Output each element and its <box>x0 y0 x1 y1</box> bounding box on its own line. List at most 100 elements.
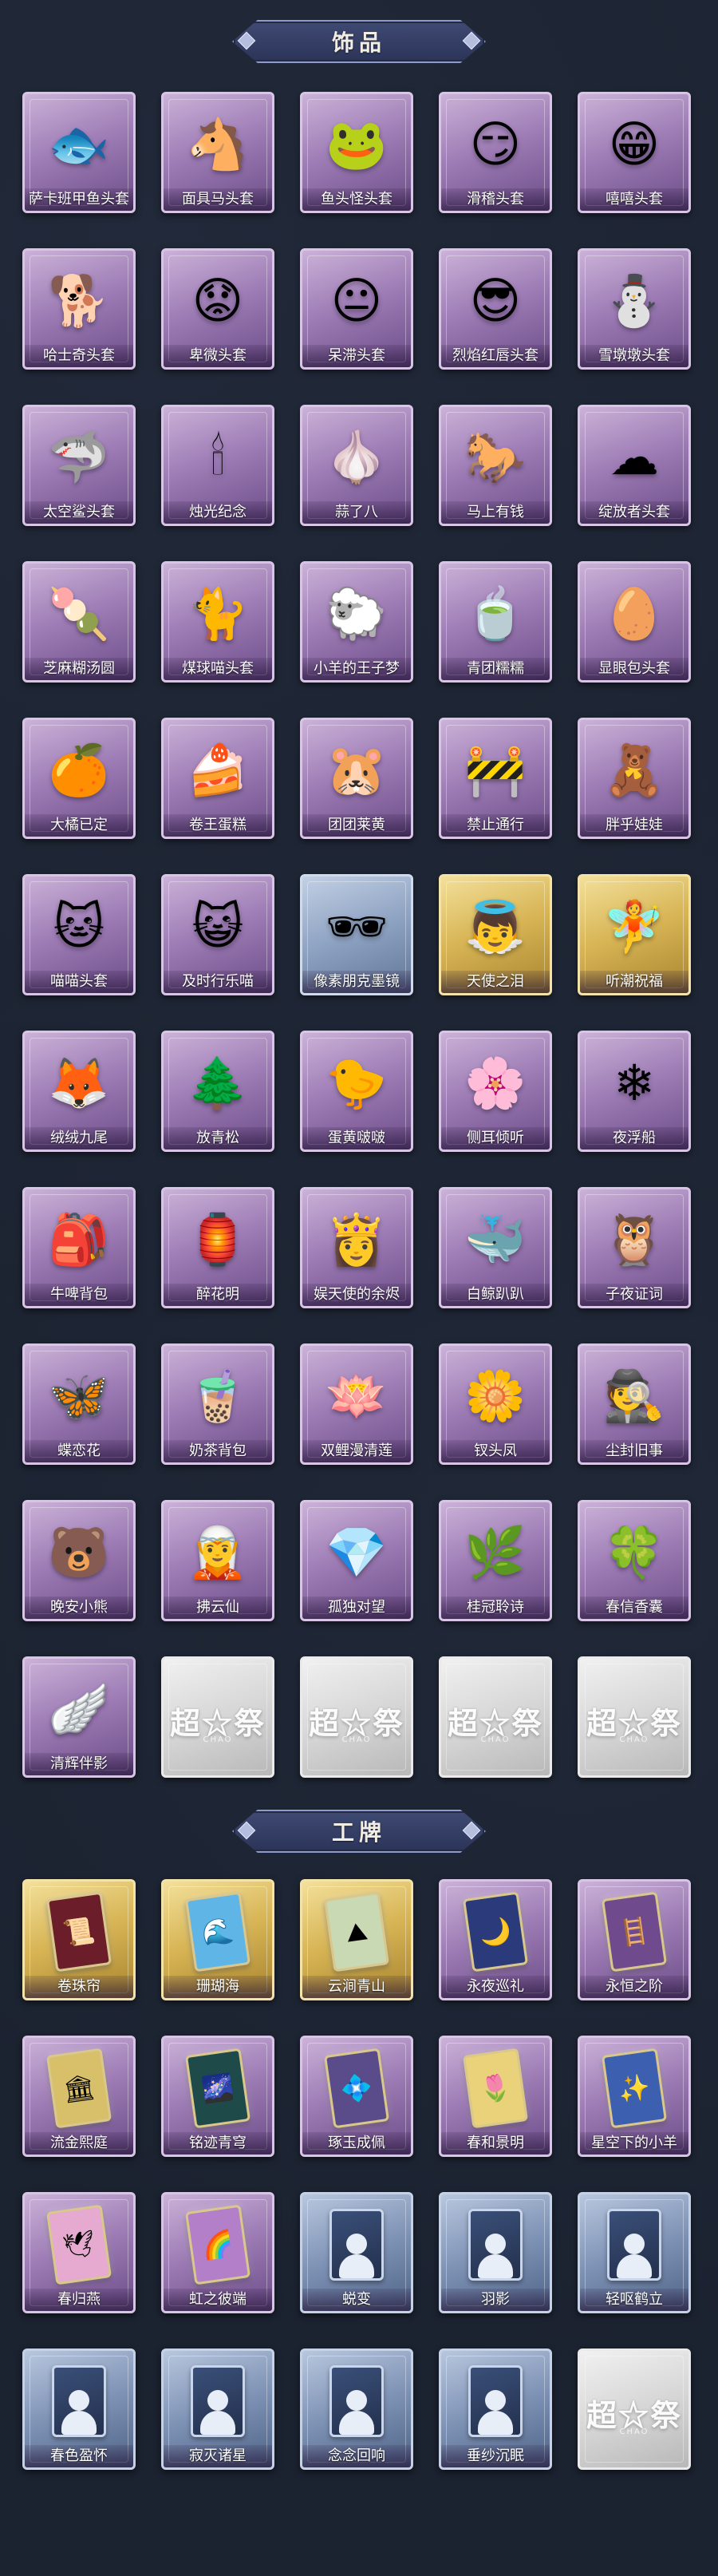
item-card[interactable]: 🌸 侧耳倾听 <box>439 1031 552 1152</box>
item-card[interactable]: 🍡 芝麻糊汤圆 <box>22 561 136 683</box>
item-card[interactable]: 🐤 蛋黄啵啵 <box>300 1031 413 1152</box>
item-card[interactable]: 🦋 蝶恋花 <box>22 1343 136 1465</box>
item-card[interactable]: 🕊 春归燕 <box>22 2192 136 2313</box>
locked-item-card[interactable]: 超☆祭 CHAO <box>161 1656 274 1778</box>
item-card[interactable]: 🐎 马上有钱 <box>439 405 552 526</box>
item-card[interactable]: 轻呕鹤立 <box>578 2192 691 2313</box>
item-label: 卷珠帘 <box>25 1976 133 1998</box>
item-card[interactable]: 🦊 绒绒九尾 <box>22 1031 136 1152</box>
item-card[interactable]: 🌊 珊瑚海 <box>161 1879 274 2000</box>
item-card[interactable]: 🚧 禁止通行 <box>439 718 552 839</box>
item-art-icon: 👸 <box>325 1210 388 1268</box>
item-card[interactable]: 🦉 子夜证词 <box>578 1187 691 1308</box>
item-art-icon: 🍰 <box>187 741 249 799</box>
locked-item-card[interactable]: 超☆祭 CHAO <box>578 1656 691 1778</box>
item-card[interactable]: 🐹 团团莱黄 <box>300 718 413 839</box>
item-card[interactable]: 🥚 显眼包头套 <box>578 561 691 683</box>
item-card[interactable]: 🍀 春信香囊 <box>578 1500 691 1621</box>
item-card[interactable]: 🕵 尘封旧事 <box>578 1343 691 1465</box>
item-card[interactable]: 🌷 春和景明 <box>439 2036 552 2157</box>
item-label: 桂冠聆诗 <box>441 1597 550 1619</box>
item-card[interactable]: 🐻 晚安小熊 <box>22 1500 136 1621</box>
diamond-ornament-icon <box>237 1821 256 1840</box>
item-card[interactable]: 🧚 听潮祝福 <box>578 874 691 995</box>
item-card[interactable]: 🧸 胖乎娃娃 <box>578 718 691 839</box>
item-card[interactable]: ⛄ 雪墩墩头套 <box>578 248 691 370</box>
item-card[interactable]: ✨ 星空下的小羊 <box>578 2036 691 2157</box>
section-banner: 饰品 <box>232 20 486 63</box>
item-card[interactable]: 羽影 <box>439 2192 552 2313</box>
item-card[interactable]: ☁ 绽放者头套 <box>578 405 691 526</box>
item-label: 团团莱黄 <box>302 814 411 837</box>
item-card[interactable]: 🏮 醉花明 <box>161 1187 274 1308</box>
item-card[interactable]: 🪽 清辉伴影 <box>22 1656 136 1778</box>
item-card[interactable]: 😐 呆滞头套 <box>300 248 413 370</box>
item-card[interactable]: 🪷 双鲤漫清莲 <box>300 1343 413 1465</box>
item-card[interactable]: 寂灭诸星 <box>161 2348 274 2470</box>
item-card[interactable]: 😎 烈焰红唇头套 <box>439 248 552 370</box>
item-art-icon: 🧸 <box>603 741 665 799</box>
item-card[interactable]: 🐴 面具马头套 <box>161 92 274 213</box>
item-card[interactable]: 🕶 像素朋克墨镜 <box>300 874 413 995</box>
item-card[interactable]: 😏 滑稽头套 <box>439 92 552 213</box>
item-label: 醉花明 <box>164 1284 272 1306</box>
item-card[interactable]: ❄ 夜浮船 <box>578 1031 691 1152</box>
item-card[interactable]: 😟 卑微头套 <box>161 248 274 370</box>
item-art-icon: 😺 <box>191 897 244 956</box>
item-card[interactable]: 🧄 蒜了八 <box>300 405 413 526</box>
badge-tag-icon: 🪜 <box>595 1891 673 1973</box>
item-card[interactable]: 🐸 鱼头怪头套 <box>300 92 413 213</box>
item-art-icon: 🎒 <box>48 1210 110 1268</box>
item-card[interactable]: 🧋 奶茶背包 <box>161 1343 274 1465</box>
item-card[interactable]: ⛰ 云涧青山 <box>300 1879 413 2000</box>
item-label: 太空鲨头套 <box>25 501 133 524</box>
item-card[interactable]: 🎒 牛啤背包 <box>22 1187 136 1308</box>
item-card[interactable]: 👸 娱天使的余烬 <box>300 1187 413 1308</box>
item-card[interactable]: 🐑 小羊的王子梦 <box>300 561 413 683</box>
item-card[interactable]: 🐕 哈士奇头套 <box>22 248 136 370</box>
item-card[interactable]: 蜕变 <box>300 2192 413 2313</box>
item-label: 铭迹青穹 <box>164 2132 272 2155</box>
placeholder-subtitle: CHAO <box>203 1735 233 1744</box>
item-card[interactable]: 🍵 青团糯糯 <box>439 561 552 683</box>
item-card[interactable]: 🍰 卷王蛋糕 <box>161 718 274 839</box>
item-label: 青团糯糯 <box>441 658 550 680</box>
item-card[interactable]: 😁 嘻嘻头套 <box>578 92 691 213</box>
item-label: 春信香囊 <box>580 1597 688 1619</box>
item-card[interactable]: 🦈 太空鲨头套 <box>22 405 136 526</box>
item-card[interactable]: 💠 琢玉成佩 <box>300 2036 413 2157</box>
item-card[interactable]: 🐱 喵喵头套 <box>22 874 136 995</box>
item-card[interactable]: 🌈 虹之彼端 <box>161 2192 274 2313</box>
item-card[interactable]: 🌌 铭迹青穹 <box>161 2036 274 2157</box>
accessories-grid: 🐟 萨卡班甲鱼头套 🐴 面具马头套 🐸 鱼头怪头套 😏 滑稽头套 😁 嘻嘻头套 🐕 哈士奇头套 😟 卑微头… <box>22 92 691 1778</box>
silhouette-badge-icon <box>595 2206 673 2284</box>
item-card[interactable]: 🌿 桂冠聆诗 <box>439 1500 552 1621</box>
silhouette-badge-icon <box>179 2362 257 2440</box>
item-card[interactable]: 🍊 大橘已定 <box>22 718 136 839</box>
item-card[interactable]: 🌼 钗头凤 <box>439 1343 552 1465</box>
item-card[interactable]: 🪜 永恒之阶 <box>578 1879 691 2000</box>
item-card[interactable]: 念念回响 <box>300 2348 413 2470</box>
item-card[interactable]: 🌲 放青松 <box>161 1031 274 1152</box>
item-card[interactable]: 🕯 烛光纪念 <box>161 405 274 526</box>
item-card[interactable]: 🏛 流金熙庭 <box>22 2036 136 2157</box>
item-card[interactable]: 👼 天使之泪 <box>439 874 552 995</box>
item-label: 鱼头怪头套 <box>302 188 411 211</box>
locked-item-card[interactable]: 超☆祭 CHAO <box>578 2348 691 2470</box>
item-card[interactable]: 春色盈怀 <box>22 2348 136 2470</box>
badge-tag-icon: 🏛 <box>40 2048 118 2129</box>
item-card[interactable]: 💎 孤独对望 <box>300 1500 413 1621</box>
silhouette-badge-icon <box>456 2206 535 2284</box>
item-card[interactable]: 🌙 永夜巡礼 <box>439 1879 552 2000</box>
item-card[interactable]: 📜 卷珠帘 <box>22 1879 136 2000</box>
item-card[interactable]: 🧝 拂云仙 <box>161 1500 274 1621</box>
item-card[interactable]: 垂纱沉眠 <box>439 2348 552 2470</box>
locked-item-card[interactable]: 超☆祭 CHAO <box>439 1656 552 1778</box>
item-label: 琢玉成佩 <box>302 2132 411 2155</box>
item-card[interactable]: 🐳 白鲸趴趴 <box>439 1187 552 1308</box>
item-card[interactable]: 🐟 萨卡班甲鱼头套 <box>22 92 136 213</box>
item-card[interactable]: 🐈 煤球喵头套 <box>161 561 274 683</box>
locked-item-card[interactable]: 超☆祭 CHAO <box>300 1656 413 1778</box>
item-card[interactable]: 😺 及时行乐喵 <box>161 874 274 995</box>
item-art-icon: ☁ <box>610 428 659 486</box>
